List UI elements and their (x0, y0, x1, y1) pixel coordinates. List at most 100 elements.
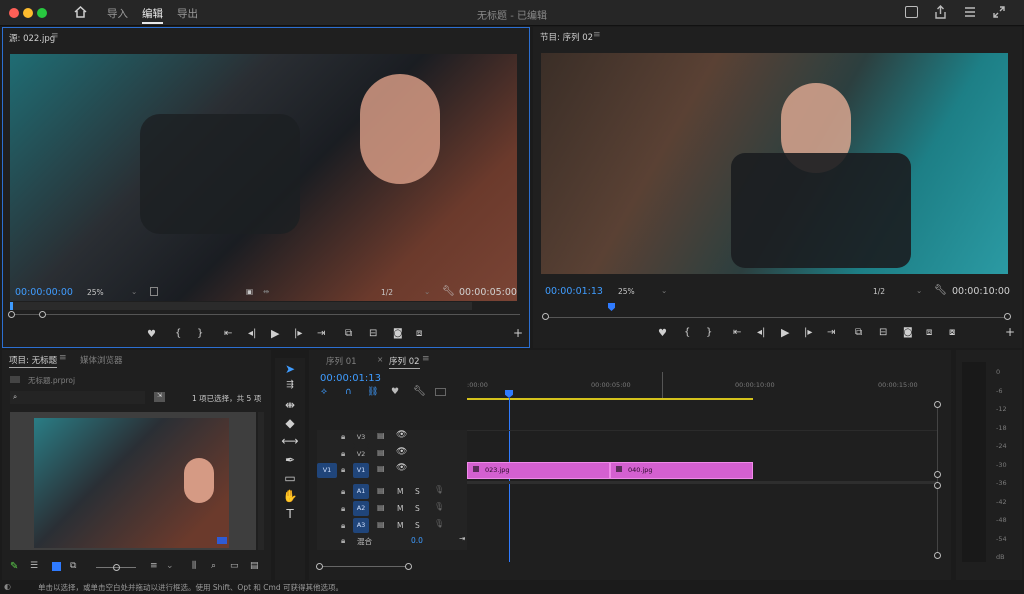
go-to-end-icon[interactable]: ⇥ (459, 534, 465, 543)
fit-icon[interactable] (150, 287, 158, 296)
selection-tool-icon[interactable]: ➤ (281, 362, 299, 376)
source-patch-v1[interactable]: V1 (317, 463, 337, 478)
sync-lock-icon[interactable]: ▤ (377, 503, 385, 512)
track-select-tool-icon[interactable]: ⇶ (281, 380, 299, 390)
rectangle-tool-icon[interactable]: ▭ (281, 471, 299, 485)
scroll-handle[interactable] (934, 552, 941, 559)
drag-video-icon[interactable]: ⇹ (263, 287, 269, 296)
comparison-view-icon[interactable]: ⧈ (926, 327, 932, 338)
play-icon[interactable]: ▶ (781, 326, 789, 339)
source-resolution-select[interactable]: 1/2 (381, 288, 393, 297)
list-view-icon[interactable]: ☰ (30, 561, 38, 571)
chevron-down-icon[interactable]: ⌄ (661, 286, 667, 295)
source-timecode[interactable]: 00:00:00:00 (15, 287, 73, 298)
program-monitor-title[interactable]: 节目: 序列 02 (540, 31, 593, 43)
export-frame-icon[interactable]: ◙ (903, 327, 913, 338)
lock-icon[interactable]: 🔒︎ (341, 432, 345, 442)
multi-camera-icon[interactable]: ⧇ (949, 327, 955, 338)
snap-icon[interactable]: ∩ (345, 387, 352, 397)
timeline-timecode[interactable]: 00:00:01:13 (320, 373, 381, 384)
lift-icon[interactable]: ⧉ (855, 327, 862, 338)
go-to-out-icon[interactable]: ⇥ (827, 327, 835, 338)
linked-selection-icon[interactable]: ⛓ (367, 387, 378, 397)
track-label-v2[interactable]: V2 (353, 447, 369, 462)
automate-icon[interactable]: ⫼ (192, 561, 196, 571)
solo-button[interactable]: S (415, 521, 420, 530)
quick-export-icon[interactable] (905, 6, 918, 18)
sync-lock-icon[interactable]: ▤ (377, 520, 385, 529)
mix-value[interactable]: 0.0 (411, 536, 423, 545)
program-playhead[interactable] (608, 303, 615, 311)
sync-lock-icon[interactable]: ▤ (377, 486, 385, 495)
eye-icon[interactable]: 👁︎ (396, 447, 407, 457)
freeform-view-icon[interactable]: ⧉ (70, 561, 76, 571)
nest-icon[interactable]: ⟡ (321, 387, 327, 397)
program-zoom-select[interactable]: 25% (618, 287, 635, 296)
eye-icon[interactable]: 👁︎ (396, 463, 407, 473)
mark-in-icon[interactable]: { (175, 328, 181, 339)
slider-handle[interactable] (113, 564, 120, 571)
lock-icon[interactable]: 🔒︎ (341, 465, 345, 475)
mute-button[interactable]: M (397, 521, 403, 530)
program-resolution-select[interactable]: 1/2 (873, 287, 885, 296)
clip-thumbnail[interactable] (34, 418, 229, 548)
track-label-a1[interactable]: A1 (353, 484, 369, 499)
lock-icon[interactable]: 🔒︎ (341, 449, 345, 459)
track-label-a3[interactable]: A3 (353, 518, 369, 533)
zoom-handle-right[interactable] (1004, 313, 1011, 320)
new-bin-icon[interactable]: ▭ (230, 561, 239, 571)
wrench-icon[interactable]: 🔧︎ (934, 285, 947, 296)
step-forward-icon[interactable]: |▸ (804, 327, 812, 338)
pencil-icon[interactable]: ✎ (10, 561, 18, 572)
microphone-icon[interactable]: 🎙︎ (434, 502, 444, 511)
chevron-down-icon[interactable]: ⌄ (166, 561, 174, 571)
find-icon[interactable]: ⌕ (211, 561, 216, 571)
lock-icon[interactable]: 🔒︎ (341, 521, 345, 531)
source-playhead[interactable] (10, 302, 13, 310)
zoom-handle-right[interactable] (405, 563, 412, 570)
add-marker-icon[interactable]: ♥ (147, 329, 156, 340)
source-zoom-select[interactable]: 25% (87, 288, 104, 297)
source-zoom-bar[interactable] (10, 314, 520, 315)
go-to-in-icon[interactable]: ⇤ (733, 327, 741, 338)
fullscreen-icon[interactable] (993, 6, 1005, 21)
share-icon[interactable] (934, 5, 947, 22)
panel-menu-icon[interactable]: ≡ (422, 354, 430, 364)
export-frame-icon[interactable]: ◙ (393, 328, 403, 339)
solo-button[interactable]: S (415, 487, 420, 496)
chevron-down-icon[interactable]: ⌄ (131, 287, 137, 296)
type-tool-icon[interactable]: T (281, 507, 299, 521)
source-monitor-title[interactable]: 源: 022.jpg (9, 32, 55, 44)
go-to-in-icon[interactable]: ⇤ (224, 328, 232, 339)
add-marker-icon[interactable]: ♥ (658, 328, 667, 339)
timeline-ruler[interactable]: :00:00 00:00:05:00 00:00:10:00 00:00:15:… (467, 372, 939, 400)
razor-tool-icon[interactable]: ◆ (281, 416, 299, 430)
sync-lock-icon[interactable]: ▤ (377, 448, 385, 457)
clip-040[interactable]: 040.jpg (610, 462, 753, 479)
step-forward-icon[interactable]: |▸ (294, 328, 302, 339)
slip-tool-icon[interactable]: ⟷ (281, 434, 299, 448)
mark-out-icon[interactable]: } (706, 327, 712, 338)
panel-menu-icon[interactable]: ≡ (59, 353, 67, 363)
timeline-zoom-bar[interactable] (319, 566, 409, 567)
program-scrubber[interactable] (545, 317, 1005, 318)
timeline-tab-sequence-01[interactable]: 序列 01 (326, 355, 357, 367)
timeline-settings-icon[interactable]: 🔧︎ (413, 386, 426, 397)
program-timecode[interactable]: 00:00:01:13 (545, 286, 603, 297)
media-browser-tab[interactable]: 媒体浏览器 (80, 354, 123, 366)
sync-lock-icon[interactable]: ▤ (377, 464, 385, 473)
add-button-icon[interactable]: + (513, 326, 523, 340)
lock-icon[interactable]: 🔒︎ (341, 536, 345, 546)
pen-tool-icon[interactable]: ✒ (281, 453, 299, 467)
extract-icon[interactable]: ⊟ (879, 327, 887, 338)
panel-menu-icon[interactable]: ≡ (51, 31, 59, 41)
insert-icon[interactable]: ▣ (246, 287, 253, 296)
step-back-icon[interactable]: ◂| (248, 328, 256, 339)
go-to-out-icon[interactable]: ⇥ (317, 328, 325, 339)
zoom-handle-left[interactable] (8, 311, 15, 318)
clip-023[interactable]: 023.jpg (467, 462, 610, 479)
sync-lock-icon[interactable]: ▤ (377, 431, 385, 440)
overwrite-icon[interactable]: ⊟ (369, 328, 377, 339)
program-preview-image[interactable] (541, 53, 1008, 274)
new-search-bin-icon[interactable]: ⇲ (154, 392, 165, 402)
